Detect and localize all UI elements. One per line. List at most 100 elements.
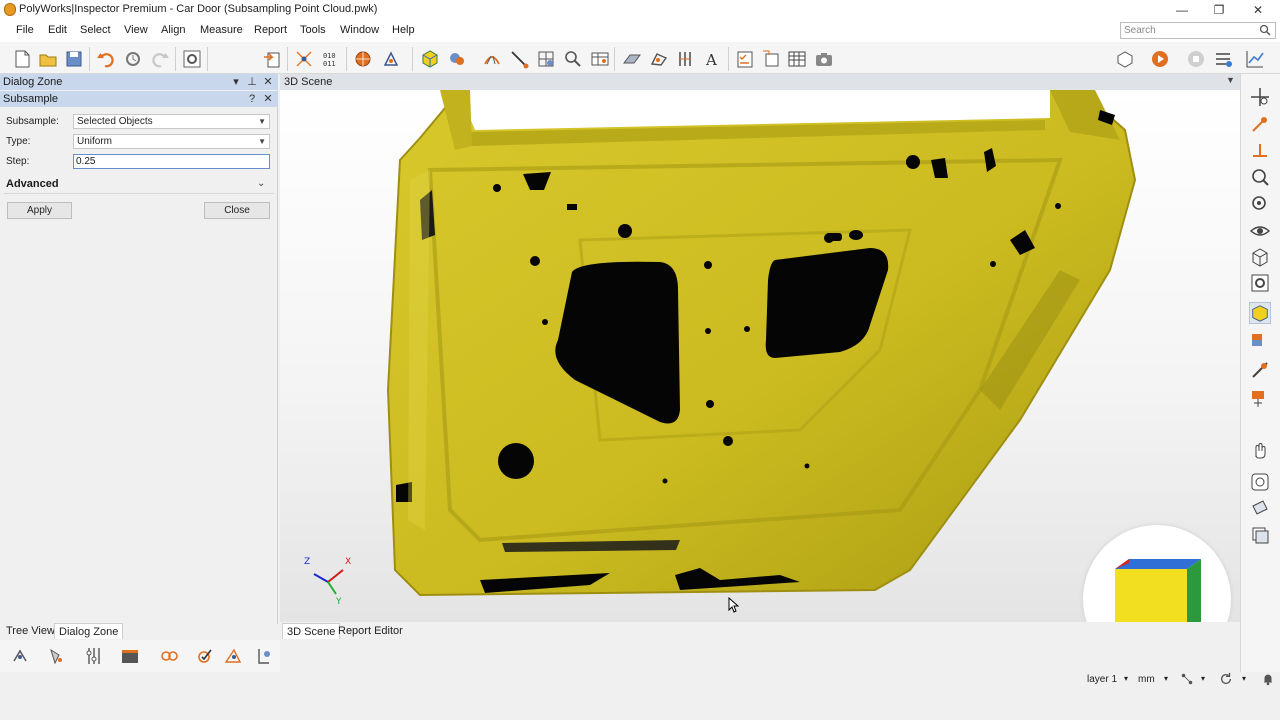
menu-edit[interactable]: Edit bbox=[48, 24, 67, 36]
layer-dropdown-icon[interactable]: ▾ bbox=[1124, 674, 1128, 683]
pin-icon[interactable]: ⊥ bbox=[246, 75, 258, 89]
minimize-button[interactable]: — bbox=[1162, 0, 1202, 20]
checklist-icon[interactable] bbox=[734, 48, 756, 70]
menu-measure[interactable]: Measure bbox=[200, 24, 243, 36]
layer-selector[interactable]: layer 1 bbox=[1087, 674, 1117, 685]
import-icon[interactable] bbox=[261, 48, 283, 70]
spreadsheet-icon[interactable] bbox=[786, 48, 808, 70]
close-window-button[interactable]: ✕ bbox=[1238, 0, 1278, 20]
cross-section-icon[interactable] bbox=[621, 48, 643, 70]
device-scan-icon[interactable] bbox=[1249, 498, 1271, 520]
tab-3d-scene[interactable]: 3D Scene bbox=[282, 623, 341, 639]
magnify-icon[interactable] bbox=[562, 48, 584, 70]
data-object-cube-icon[interactable] bbox=[419, 48, 441, 70]
dropdown-arrow-icon[interactable]: ▾ bbox=[230, 75, 242, 89]
car-door-point-cloud[interactable] bbox=[280, 90, 1240, 622]
display-mode-icon[interactable] bbox=[1249, 302, 1271, 324]
save-icon[interactable] bbox=[63, 48, 85, 70]
scene-menu-arrow-icon[interactable]: ▼ bbox=[1226, 75, 1235, 85]
measure-tool-icon[interactable] bbox=[1249, 359, 1271, 381]
set-rotation-center-icon[interactable] bbox=[1249, 140, 1271, 162]
menu-select[interactable]: Select bbox=[80, 24, 111, 36]
open-folder-icon[interactable] bbox=[37, 48, 59, 70]
help-button[interactable]: ? bbox=[246, 92, 258, 106]
sphere-object-icon[interactable] bbox=[352, 48, 374, 70]
feature-grid-icon[interactable] bbox=[535, 48, 557, 70]
color-map-icon[interactable] bbox=[1249, 330, 1271, 352]
compare-icon[interactable] bbox=[446, 48, 468, 70]
advanced-section-toggle[interactable]: Advanced bbox=[6, 178, 59, 190]
notification-bell-icon[interactable] bbox=[1261, 672, 1275, 689]
list-properties-icon[interactable] bbox=[1212, 48, 1234, 70]
menu-help[interactable]: Help bbox=[392, 24, 415, 36]
units-dropdown-icon[interactable]: ▾ bbox=[1164, 674, 1168, 683]
new-file-icon[interactable] bbox=[11, 48, 33, 70]
close-button[interactable]: Close bbox=[204, 202, 270, 219]
play-macro-icon[interactable] bbox=[1149, 48, 1171, 70]
menu-report[interactable]: Report bbox=[254, 24, 287, 36]
type-select[interactable]: Uniform ▼ bbox=[73, 134, 270, 149]
apply-button[interactable]: Apply bbox=[7, 202, 72, 219]
visibility-eye-icon[interactable] bbox=[1249, 220, 1271, 242]
hand-interaction-icon[interactable] bbox=[1249, 439, 1271, 461]
binary-data-icon[interactable]: 010 011 bbox=[320, 48, 342, 70]
menu-tools[interactable]: Tools bbox=[300, 24, 326, 36]
probe-calibrate-icon[interactable] bbox=[253, 645, 275, 667]
gauge-icon[interactable] bbox=[648, 48, 670, 70]
snap-options-icon[interactable] bbox=[1180, 672, 1194, 689]
search-icon[interactable] bbox=[1259, 24, 1271, 36]
subsample-select[interactable]: Selected Objects ▼ bbox=[73, 114, 270, 129]
label-annotation-icon[interactable] bbox=[1249, 388, 1271, 410]
scanner-icon[interactable] bbox=[46, 645, 68, 667]
probe-device-icon[interactable] bbox=[10, 645, 32, 667]
zoom-fit-icon[interactable] bbox=[1249, 193, 1271, 215]
pan-icon[interactable] bbox=[1249, 86, 1271, 108]
point-pick-icon[interactable] bbox=[293, 48, 315, 70]
camera-snapshot-icon[interactable] bbox=[813, 48, 835, 70]
line-probe-icon[interactable] bbox=[508, 48, 530, 70]
expand-chevron-icon[interactable]: ⌄ bbox=[257, 178, 265, 189]
menu-file[interactable]: File bbox=[16, 24, 34, 36]
rotate-center-icon[interactable] bbox=[1249, 113, 1271, 135]
units-selector[interactable]: mm bbox=[1138, 674, 1155, 685]
clapperboard-icon[interactable] bbox=[119, 645, 141, 667]
fit-targets-icon[interactable] bbox=[158, 645, 180, 667]
align-tools-icon[interactable] bbox=[380, 48, 402, 70]
refresh-icon[interactable] bbox=[1219, 672, 1233, 689]
inspection-report-icon[interactable] bbox=[1249, 471, 1271, 493]
refresh-dropdown-icon[interactable]: ▾ bbox=[1242, 674, 1246, 683]
undo-icon[interactable] bbox=[95, 48, 117, 70]
snap-dropdown-icon[interactable]: ▾ bbox=[1201, 674, 1205, 683]
redo-icon[interactable] bbox=[149, 48, 171, 70]
close-subsample-button[interactable]: ✕ bbox=[262, 92, 274, 106]
wireframe-cube-icon[interactable] bbox=[1249, 246, 1271, 268]
step-input[interactable]: 0.25 bbox=[73, 154, 270, 169]
slider-settings-icon[interactable] bbox=[83, 645, 105, 667]
measure-arc-icon[interactable] bbox=[481, 48, 503, 70]
tab-tree-view[interactable]: Tree View bbox=[2, 623, 59, 639]
close-dialog-zone-button[interactable]: ✕ bbox=[262, 75, 274, 89]
stop-macro-icon[interactable] bbox=[1185, 48, 1207, 70]
search-input[interactable]: Search bbox=[1120, 22, 1276, 39]
restore-button[interactable]: ❐ bbox=[1199, 0, 1239, 20]
capture-settings-icon[interactable] bbox=[760, 48, 782, 70]
surface-probe-icon[interactable] bbox=[222, 645, 244, 667]
table-report-icon[interactable] bbox=[589, 48, 611, 70]
scene-settings-icon[interactable] bbox=[1249, 272, 1271, 294]
tab-dialog-zone[interactable]: Dialog Zone bbox=[54, 623, 124, 639]
3d-viewport[interactable]: Z X Y bbox=[280, 90, 1240, 622]
menu-window[interactable]: Window bbox=[340, 24, 379, 36]
viewport-mode-icon[interactable] bbox=[1114, 48, 1136, 70]
chart-graph-icon[interactable] bbox=[1244, 48, 1266, 70]
zoom-icon[interactable] bbox=[1249, 166, 1271, 188]
settings-gear-icon[interactable] bbox=[181, 48, 203, 70]
target-check-icon[interactable] bbox=[194, 645, 216, 667]
batch-process-icon[interactable] bbox=[1249, 524, 1271, 546]
tab-report-editor[interactable]: Report Editor bbox=[334, 623, 407, 639]
flush-gap-icon[interactable] bbox=[675, 48, 697, 70]
undo-history-icon[interactable] bbox=[122, 48, 144, 70]
view-cube-icon[interactable] bbox=[1109, 555, 1201, 622]
menu-align[interactable]: Align bbox=[161, 24, 185, 36]
menu-view[interactable]: View bbox=[124, 24, 148, 36]
annotation-text-icon[interactable]: A bbox=[702, 48, 724, 70]
